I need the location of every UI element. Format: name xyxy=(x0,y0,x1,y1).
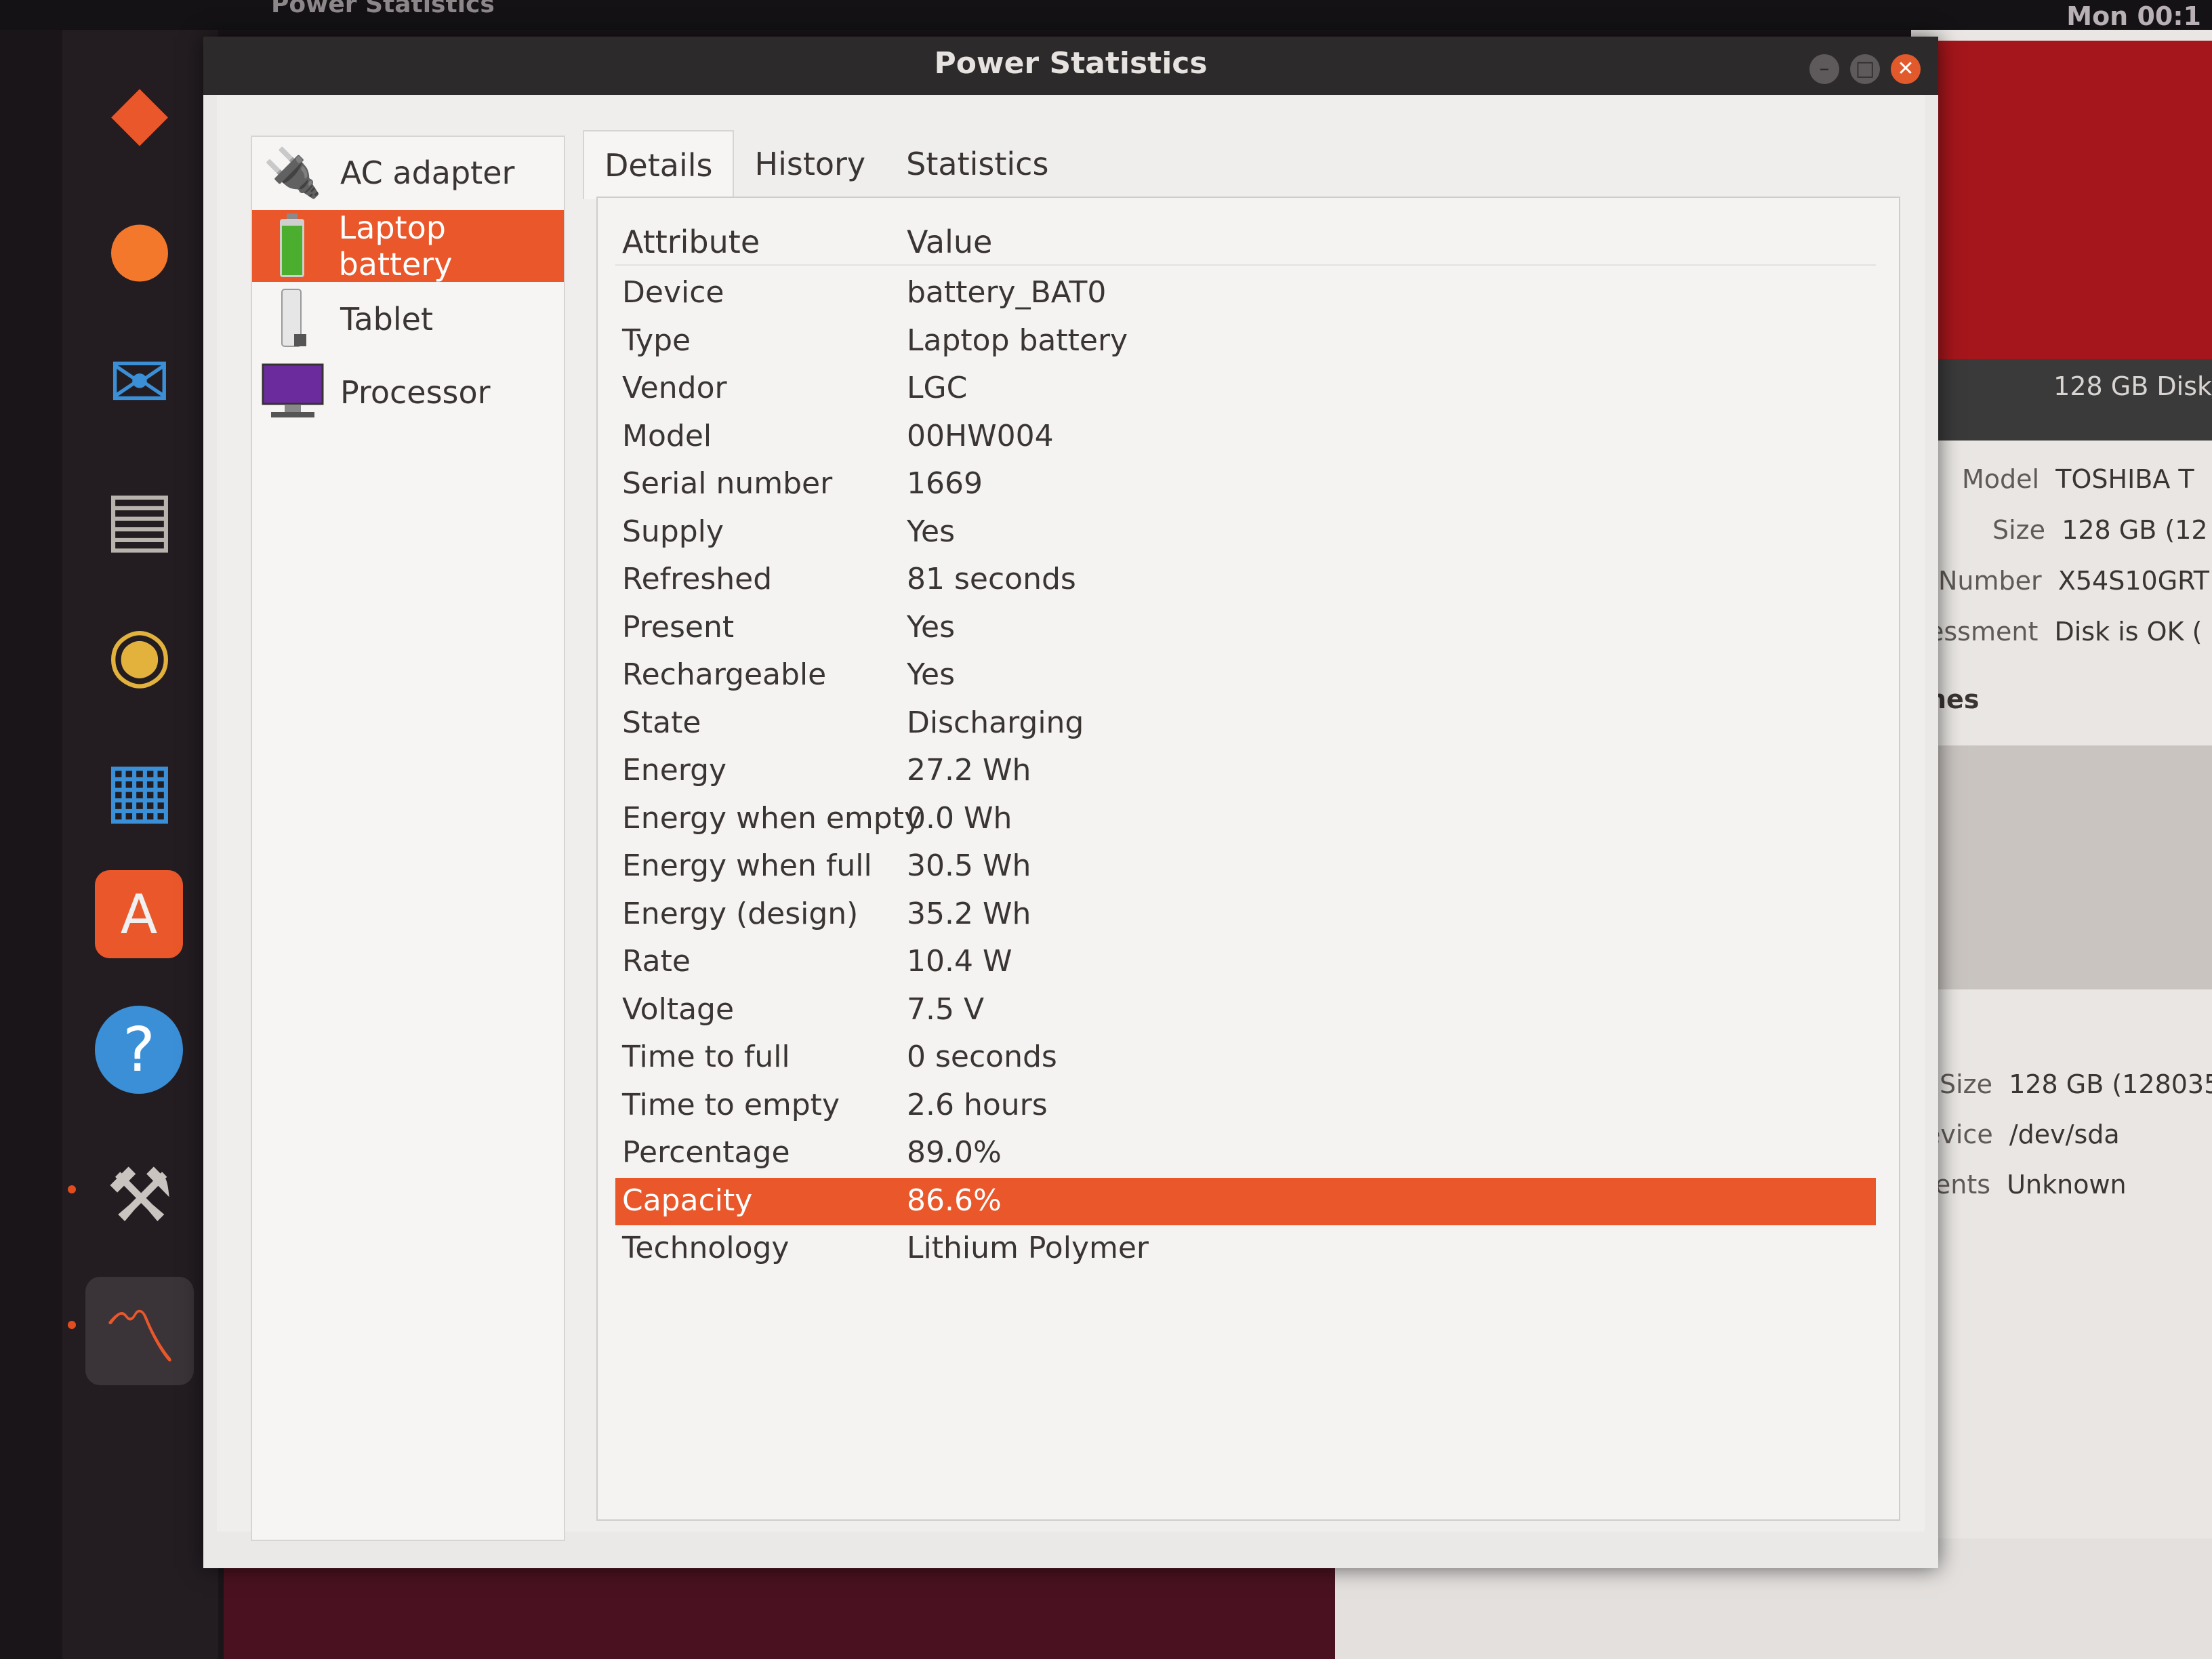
table-row[interactable]: Technology Lithium Polymer xyxy=(615,1225,1876,1273)
dock-help-icon[interactable]: ? xyxy=(95,1006,183,1094)
maximize-button[interactable]: □ xyxy=(1850,54,1880,84)
dock-thunderbird-icon[interactable]: ✉ xyxy=(85,328,194,436)
clock[interactable]: Mon 00:1 xyxy=(2066,1,2201,31)
device-label: Laptop battery xyxy=(338,209,453,283)
dock-power-statistics-icon[interactable]: 〽 xyxy=(85,1277,194,1385)
tab-statistics[interactable]: Statistics xyxy=(886,130,1069,198)
tab-bar: Details History Statistics xyxy=(583,130,1069,199)
table-row[interactable]: Energy when full 30.5 Wh xyxy=(615,843,1876,891)
disk-info-row: Size 128 GB (128035 xyxy=(1940,1069,2212,1099)
processor-icon xyxy=(260,360,325,425)
table-row[interactable]: Vendor LGC xyxy=(615,365,1876,413)
details-rows: Device battery_BAT0 Type Laptop battery Ve… xyxy=(615,270,1876,1273)
dock-ubuntu-installer-icon[interactable]: ◆ xyxy=(85,57,194,165)
device-label: AC adapter xyxy=(340,155,515,191)
power-statistics-window: Power Statistics – □ ✕ 🔌 AC adapter Lapt… xyxy=(203,37,1938,1568)
window-title: Power Statistics xyxy=(934,46,1208,81)
disk-info-row: Model TOSHIBA T xyxy=(1962,464,2194,494)
dock-firefox-icon[interactable]: ● xyxy=(85,192,194,301)
titlebar[interactable]: Power Statistics – □ ✕ xyxy=(203,37,1938,95)
dock-writer-icon[interactable]: ▦ xyxy=(85,735,194,843)
app-menu-label[interactable]: Power Statistics xyxy=(271,0,495,18)
background-wallpaper xyxy=(1931,41,2212,359)
battery-svg xyxy=(279,213,304,277)
attribute-column-header[interactable]: Attribute xyxy=(622,224,760,260)
table-row[interactable]: Serial number 1669 xyxy=(615,461,1876,509)
table-row[interactable]: Time to empty 2.6 hours xyxy=(615,1082,1876,1130)
disk-banner-label: 128 GB Disk xyxy=(2053,371,2212,401)
disk-info-row: evice /dev/sda xyxy=(1925,1120,2120,1149)
table-row[interactable]: Rechargeable Yes xyxy=(615,652,1876,700)
table-row[interactable]: Percentage 89.0% xyxy=(615,1130,1876,1178)
table-row[interactable]: Rate 10.4 W xyxy=(615,939,1876,987)
table-row[interactable]: Device battery_BAT0 xyxy=(615,270,1876,318)
table-row-selected[interactable]: Capacity 86.6% xyxy=(615,1177,1876,1225)
device-list: 🔌 AC adapter Laptop battery Tablet Proce… xyxy=(251,136,565,1541)
dock-files-icon[interactable]: ▤ xyxy=(85,464,194,572)
table-row[interactable]: Type Laptop battery xyxy=(615,318,1876,366)
disk-info-row: Size 128 GB (12 xyxy=(1992,515,2208,545)
device-item-ac-adapter[interactable]: 🔌 AC adapter xyxy=(252,137,564,209)
battery-icon xyxy=(260,213,324,279)
top-bar: Power Statistics Mon 00:1 xyxy=(0,0,2212,31)
disk-info-row: tents Unknown xyxy=(1925,1170,2127,1200)
table-row[interactable]: Voltage 7.5 V xyxy=(615,987,1876,1035)
table-row[interactable]: Model 00HW004 xyxy=(615,413,1876,462)
tab-details[interactable]: Details xyxy=(583,130,735,199)
table-row[interactable]: State Discharging xyxy=(615,700,1876,748)
table-row[interactable]: Supply Yes xyxy=(615,509,1876,557)
value-column-header[interactable]: Value xyxy=(907,224,992,260)
window-content: 🔌 AC adapter Laptop battery Tablet Proce… xyxy=(217,95,1925,1541)
dock: ◆ ● ✉ ▤ ◉ ▦ A ? ⚒ 〽 xyxy=(62,30,218,1659)
tab-history[interactable]: History xyxy=(734,130,886,198)
device-item-laptop-battery[interactable]: Laptop battery xyxy=(252,209,564,283)
running-indicator xyxy=(68,1321,76,1329)
close-button[interactable]: ✕ xyxy=(1891,54,1921,84)
dock-rhythmbox-icon[interactable]: ◉ xyxy=(85,599,194,708)
disk-banner[interactable]: 128 GB Disk xyxy=(1931,359,2212,441)
details-panel: Attribute Value Device battery_BAT0 Type L… xyxy=(596,197,1900,1521)
table-row[interactable]: Refreshed 81 seconds xyxy=(615,556,1876,605)
disk-info-row: Number X54S10GRT xyxy=(1938,566,2209,596)
minimize-button[interactable]: – xyxy=(1809,54,1839,84)
table-row[interactable]: Energy (design) 35.2 Wh xyxy=(615,891,1876,939)
ac-adapter-icon: 🔌 xyxy=(263,144,323,201)
table-row[interactable]: Present Yes xyxy=(615,605,1876,653)
device-label: Processor xyxy=(340,374,491,411)
disk-info-row: essment Disk is OK ( xyxy=(1928,617,2203,647)
table-row[interactable]: Energy 27.2 Wh xyxy=(615,747,1876,796)
dock-disks-icon[interactable]: ⚒ xyxy=(85,1141,194,1250)
table-row[interactable]: Time to full 0 seconds xyxy=(615,1034,1876,1082)
running-indicator xyxy=(68,1185,76,1193)
device-item-tablet[interactable]: Tablet xyxy=(252,283,564,355)
device-label: Tablet xyxy=(340,301,433,337)
details-header: Attribute Value xyxy=(615,217,1876,266)
table-row[interactable]: Energy when empty 0.0 Wh xyxy=(615,796,1876,844)
volume-map[interactable] xyxy=(1925,745,2212,989)
dock-software-icon[interactable]: A xyxy=(95,870,183,958)
tablet-icon xyxy=(260,287,325,352)
device-item-processor[interactable]: Processor xyxy=(252,356,564,428)
